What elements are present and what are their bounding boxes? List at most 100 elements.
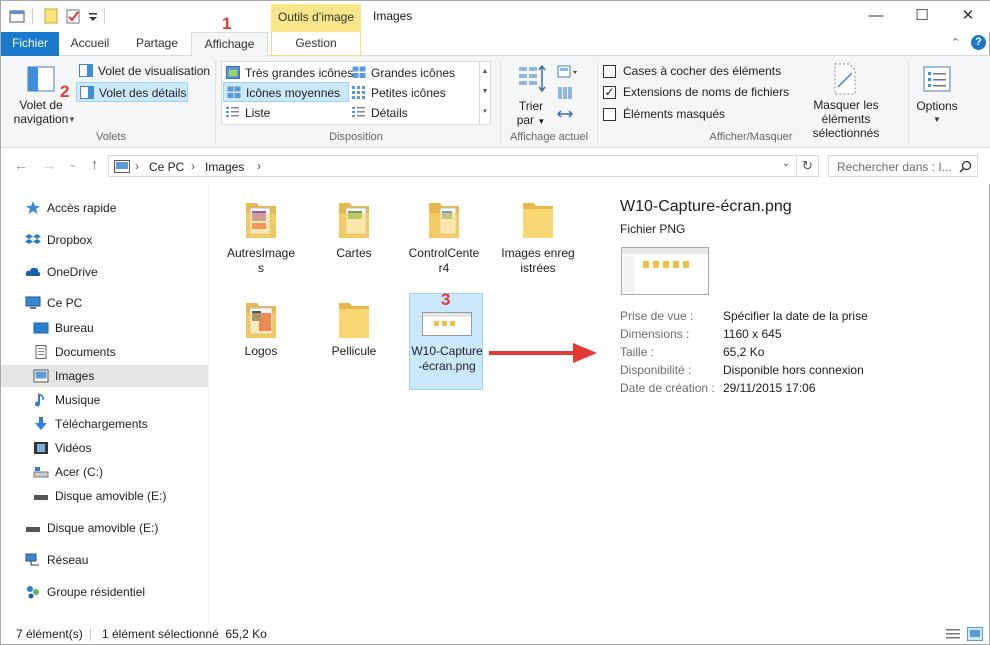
- nav-dropbox[interactable]: Dropbox: [1, 229, 208, 251]
- layout-large-icons[interactable]: Grandes icônes: [349, 63, 455, 83]
- tab-partage[interactable]: Partage: [127, 32, 187, 56]
- up-icon[interactable]: ↑: [91, 156, 98, 172]
- pictures-folder-icon: [114, 160, 130, 173]
- group-by-icon[interactable]: [557, 65, 579, 79]
- layout-details[interactable]: Détails: [349, 103, 408, 123]
- folder-icon: [429, 203, 459, 238]
- group-label-volets: Volets: [96, 131, 126, 143]
- tab-fichier[interactable]: Fichier: [1, 32, 59, 56]
- nav-documents-label: Documents: [55, 345, 116, 359]
- nav-videos[interactable]: Vidéos: [1, 437, 208, 459]
- nav-acces-rapide[interactable]: Accès rapide: [1, 197, 208, 219]
- music-icon: [35, 393, 44, 407]
- hidden-items-checkbox[interactable]: [603, 108, 616, 121]
- large-icons-label: Grandes icônes: [371, 66, 456, 80]
- sort-by-button[interactable]: Trier par ▼: [513, 62, 549, 127]
- large-icons-view-icon[interactable]: [967, 627, 983, 641]
- back-icon[interactable]: ←: [14, 157, 28, 173]
- layout-list[interactable]: Liste: [223, 103, 270, 123]
- tab-gestion[interactable]: Gestion: [271, 32, 361, 56]
- details-value: Disponible hors connexion: [723, 363, 864, 377]
- list-label: Liste: [245, 106, 271, 120]
- drive-icon: [33, 467, 49, 478]
- gallery-scroll[interactable]: ▲ ▼ ▾: [479, 62, 490, 124]
- folder-icon: [339, 203, 369, 238]
- group-label-afficher-masquer: Afficher/Masquer: [709, 131, 793, 143]
- file-list: AutresImages Cartes ControlCenter4 Image…: [209, 184, 597, 624]
- layout-extra-large-icons[interactable]: Très grandes icônes: [223, 63, 353, 83]
- layout-small-icons[interactable]: Petites icônes: [349, 83, 446, 103]
- nav-ce-pc[interactable]: Ce PC: [1, 292, 208, 314]
- file-item[interactable]: Pellicule: [317, 294, 391, 364]
- sort-by-label: Trier: [518, 99, 544, 113]
- nav-onedrive[interactable]: OneDrive: [1, 261, 208, 283]
- address-bar[interactable]: › Ce PC › Images › ⌄: [108, 155, 797, 177]
- nav-bureau[interactable]: Bureau: [1, 317, 208, 339]
- maximize-button[interactable]: ☐: [899, 1, 945, 32]
- context-tool-header: Outils d’image: [271, 4, 361, 32]
- refresh-icon[interactable]: ↻: [797, 155, 819, 177]
- details-preview-thumbnail: [621, 247, 709, 295]
- file-item[interactable]: ControlCenter4: [407, 194, 481, 284]
- nav-acer-c-label: Acer (C:): [55, 465, 103, 479]
- preview-pane-button[interactable]: Volet de visualisation: [76, 61, 210, 81]
- tab-accueil[interactable]: Accueil: [61, 32, 119, 56]
- details-pane-button[interactable]: Volet des détails: [76, 82, 188, 102]
- nav-telechargements[interactable]: Téléchargements: [1, 413, 208, 435]
- add-columns-icon[interactable]: [557, 86, 573, 100]
- layout-medium-icons[interactable]: Icônes moyennes: [223, 82, 349, 102]
- minimize-button[interactable]: —: [853, 1, 899, 32]
- annotation-1: 1: [222, 14, 232, 33]
- computer-icon: [25, 296, 41, 309]
- details-key: Dimensions :: [620, 327, 690, 341]
- forward-icon[interactable]: →: [42, 157, 56, 173]
- help-icon[interactable]: ?: [971, 35, 986, 50]
- status-divider: [90, 627, 91, 641]
- nav-musique[interactable]: Musique: [1, 389, 208, 411]
- file-item[interactable]: AutresImages: [224, 194, 298, 284]
- nav-reseau-label: Réseau: [47, 553, 89, 567]
- address-dropdown-icon[interactable]: ⌄: [782, 158, 790, 169]
- collapse-ribbon-icon[interactable]: ⌃: [951, 36, 960, 49]
- medium-icons-label: Icônes moyennes: [246, 86, 341, 100]
- details-value[interactable]: Spécifier la date de la prise: [723, 309, 868, 323]
- new-folder-icon[interactable]: [65, 8, 81, 24]
- nav-disque-amovible-1[interactable]: Disque amovible (E:): [1, 485, 208, 507]
- nav-documents[interactable]: Documents: [1, 341, 208, 363]
- maximize-icon: ☐: [915, 7, 929, 24]
- item-checkboxes-checkbox[interactable]: [603, 65, 616, 78]
- properties-icon[interactable]: [43, 8, 59, 24]
- nav-reseau[interactable]: Réseau: [1, 549, 208, 571]
- gallery-down-icon: ▼: [481, 88, 489, 95]
- customize-qa-icon[interactable]: [85, 8, 101, 24]
- details-icon: [352, 107, 365, 117]
- file-item[interactable]: Cartes: [317, 194, 391, 284]
- breadcrumb-sep-icon: ›: [191, 159, 195, 173]
- recent-locations-icon[interactable]: ⌄: [69, 159, 77, 170]
- ribbon-tabs: Fichier Accueil Partage Affichage Gestio…: [1, 32, 990, 57]
- breadcrumb-images[interactable]: Images: [205, 160, 244, 174]
- ribbon: Volet de navigation ▼ Volet de visualisa…: [1, 56, 990, 148]
- breadcrumb-sep-icon: ›: [257, 159, 261, 173]
- documents-icon: [35, 345, 47, 359]
- file-extensions-checkbox[interactable]: ✓: [603, 86, 616, 99]
- details-view-icon[interactable]: [945, 627, 961, 641]
- file-item[interactable]: Logos: [224, 294, 298, 364]
- nav-images-label: Images: [55, 369, 95, 383]
- nav-acer-c[interactable]: Acer (C:): [1, 461, 208, 483]
- nav-groupe-residentiel[interactable]: Groupe résidentiel: [1, 581, 208, 603]
- fit-columns-icon[interactable]: [557, 107, 573, 121]
- file-item[interactable]: Images enregistrées: [501, 194, 575, 299]
- options-button[interactable]: Options ▼: [913, 62, 961, 126]
- tab-affichage[interactable]: Affichage: [191, 32, 268, 57]
- breadcrumb-ce-pc[interactable]: Ce PC: [149, 160, 184, 174]
- nav-images[interactable]: Images: [1, 365, 208, 387]
- search-input[interactable]: Rechercher dans : I...: [828, 155, 978, 177]
- nav-disque-amovible-2-label: Disque amovible (E:): [47, 521, 159, 535]
- explorer-app-icon[interactable]: [9, 8, 25, 24]
- options-icon: [923, 66, 951, 92]
- hide-selected-button[interactable]: Masquer les éléments sélectionnés: [789, 60, 903, 140]
- small-icons-label: Petites icônes: [371, 86, 446, 100]
- nav-disque-amovible-2[interactable]: Disque amovible (E:): [1, 517, 208, 539]
- close-button[interactable]: ✕: [945, 1, 990, 32]
